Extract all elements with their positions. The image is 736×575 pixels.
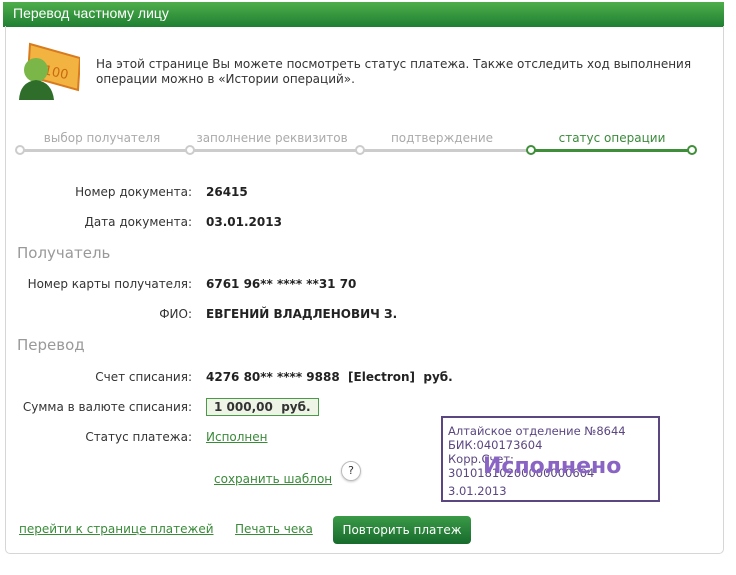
bank-stamp: Алтайское отделение №8644 БИК:040173604 … [441, 416, 660, 502]
step-fill-details: заполнение реквизитов [196, 131, 348, 145]
step-dot [185, 145, 195, 155]
amount-value: 1 000,00 руб. [206, 398, 319, 416]
help-icon[interactable]: ? [341, 461, 361, 481]
step-operation-status: статус операции [558, 131, 666, 145]
step-dot-active [526, 145, 536, 155]
save-template-link[interactable]: сохранить шаблон [214, 472, 332, 486]
payments-page-link[interactable]: перейти к странице платежей [19, 522, 214, 536]
step-dot [355, 145, 365, 155]
step-confirmation: подтверждение [390, 131, 494, 145]
intro-text: На этой странице Вы можете посмотреть ст… [96, 57, 692, 86]
transfer-person-icon: 100 [18, 42, 82, 102]
account-label: Счет списания: [95, 370, 192, 384]
recipient-heading: Получатель [17, 244, 111, 262]
progress-line [20, 149, 531, 152]
recipient-name-label: ФИО: [159, 307, 192, 321]
page-title: Перевод частному лицу [13, 5, 169, 21]
account-value: 4276 80** **** 9888 [Electron] руб. [206, 370, 453, 384]
step-dot-active [687, 145, 697, 155]
transfer-heading: Перевод [17, 336, 85, 354]
recipient-name: ЕВГЕНИЙ ВЛАДЛЕНОВИЧ З. [206, 307, 398, 321]
document-number: 26415 [206, 185, 248, 199]
stamp-bik: БИК:040173604 [448, 438, 543, 452]
recipient-card: 6761 96** **** **31 70 [206, 277, 357, 291]
recipient-card-label: Номер карты получателя: [27, 277, 192, 291]
repeat-payment-button[interactable]: Повторить платеж [333, 516, 471, 544]
progress-line-active [531, 149, 692, 152]
status-label: Статус платежа: [85, 430, 192, 444]
stamp-date: 3.01.2013 [448, 484, 507, 498]
step-dot [15, 145, 25, 155]
status-link[interactable]: Исполнен [206, 430, 268, 444]
document-date: 03.01.2013 [206, 215, 282, 229]
document-number-label: Номер документа: [75, 185, 192, 199]
print-receipt-link[interactable]: Печать чека [235, 522, 313, 536]
stamp-branch: Алтайское отделение №8644 [448, 424, 626, 438]
step-select-recipient: выбор получателя [43, 131, 161, 145]
page-header: Перевод частному лицу [3, 2, 724, 27]
stamp-executed: Исполнено [483, 454, 622, 479]
document-date-label: Дата документа: [84, 215, 192, 229]
amount-label: Сумма в валюте списания: [22, 400, 192, 414]
